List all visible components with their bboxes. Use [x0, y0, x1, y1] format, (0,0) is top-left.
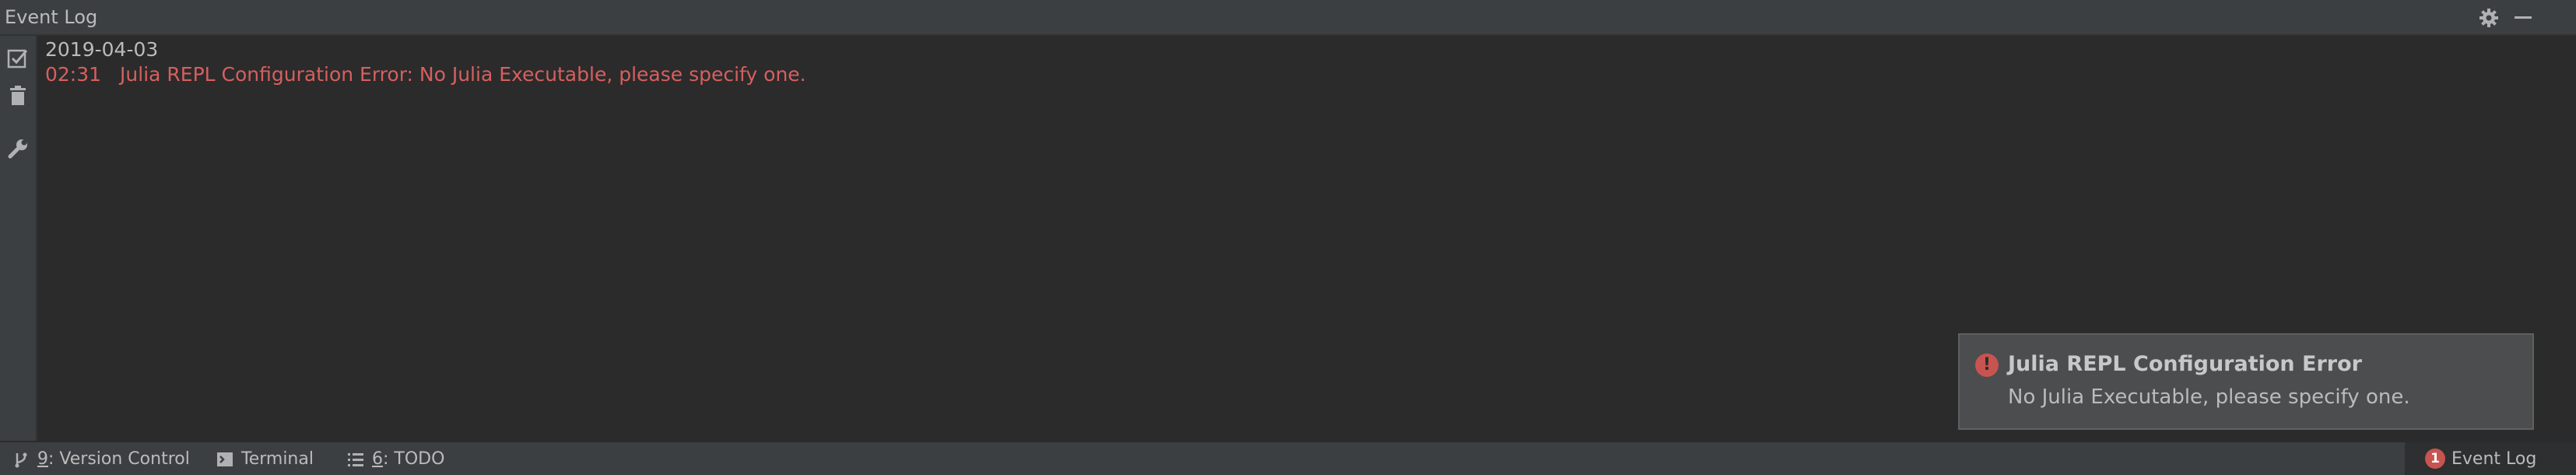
- trash-icon[interactable]: [6, 84, 30, 107]
- list-icon: [348, 453, 363, 466]
- event-log-label: Event Log: [2451, 449, 2537, 469]
- log-entry: 02:31 Julia REPL Configuration Error: No …: [45, 62, 806, 87]
- ide-window: Event Log 2019-04-03 02:31 Julia REPL Co…: [0, 0, 2576, 475]
- notification-count-badge: 1: [2425, 449, 2445, 469]
- error-notification[interactable]: ! Julia REPL Configuration Error No Juli…: [1958, 333, 2534, 430]
- branch-icon: [15, 452, 27, 468]
- notification-title: Julia REPL Configuration Error: [2008, 352, 2362, 376]
- todo-label: : TODO: [383, 449, 445, 469]
- error-icon: !: [1975, 354, 1999, 377]
- tool-window-title: Event Log: [5, 6, 98, 28]
- log-date: 2019-04-03: [45, 38, 159, 61]
- wrench-icon[interactable]: [6, 137, 30, 160]
- terminal-tab[interactable]: Terminal: [216, 447, 314, 472]
- notification-body: No Julia Executable, please specify one.: [2008, 385, 2410, 409]
- terminal-icon: [217, 452, 233, 466]
- tool-window-header: Event Log: [0, 0, 2576, 36]
- log-entry-time: 02:31: [45, 63, 102, 86]
- version-control-tab[interactable]: 9: Version Control: [12, 447, 190, 472]
- todo-tab[interactable]: 6: TODO: [347, 447, 444, 472]
- event-log-content: 2019-04-03 02:31 Julia REPL Configuration…: [45, 37, 806, 87]
- tool-window-bar: 9: Version Control Terminal 6: TODO 1 Ev…: [0, 441, 2576, 475]
- terminal-label: Terminal: [241, 449, 314, 469]
- todo-mnemonic: 6: [372, 449, 383, 469]
- log-entry-message[interactable]: Julia REPL Configuration Error: No Julia…: [120, 63, 806, 86]
- mark-read-icon[interactable]: [6, 47, 30, 70]
- event-log-toolbar: [0, 36, 37, 441]
- version-control-mnemonic: 9: [37, 449, 48, 469]
- event-log-tab[interactable]: 1 Event Log: [2405, 442, 2576, 475]
- minimize-icon[interactable]: [2512, 7, 2534, 29]
- version-control-label: : Version Control: [48, 449, 190, 469]
- gear-icon[interactable]: [2478, 7, 2500, 29]
